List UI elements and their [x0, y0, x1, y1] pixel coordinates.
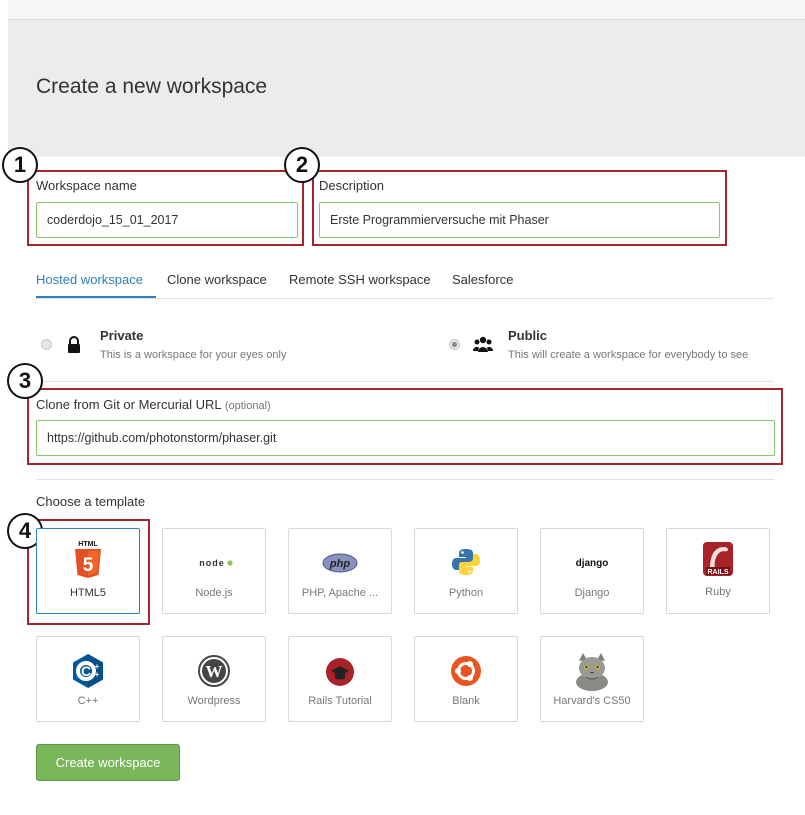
clone-url-input[interactable]: https://github.com/photonstorm/phaser.gi…	[36, 420, 775, 456]
public-radio[interactable]	[449, 339, 460, 350]
clone-url-label: Clone from Git or Mercurial URL (optiona…	[36, 397, 271, 412]
html5-icon: HTML 5	[75, 541, 101, 578]
tab-salesforce[interactable]: Salesforce	[452, 270, 513, 297]
django-icon-glyph: django	[576, 558, 609, 569]
tab-hosted-workspace[interactable]: Hosted workspace	[36, 270, 156, 298]
template-name: Node.js	[195, 587, 233, 599]
template-name: Wordpress	[187, 695, 241, 707]
workspace-name-input[interactable]: coderdojo_15_01_2017	[36, 202, 298, 238]
private-title: Private	[100, 328, 144, 343]
template-nodejs[interactable]: node Node.js	[162, 528, 266, 614]
svg-text:+: +	[95, 670, 100, 679]
users-icon	[473, 336, 493, 352]
cpp-icon-glyph: C	[81, 663, 91, 679]
optional-note: (optional)	[224, 400, 271, 412]
nodejs-icon-glyph: node	[199, 558, 225, 568]
html5-icon-caption: HTML	[78, 541, 98, 548]
template-name: Blank	[452, 695, 480, 707]
tab-remote-ssh-workspace[interactable]: Remote SSH workspace	[289, 270, 431, 297]
django-icon: django	[576, 558, 609, 569]
template-python[interactable]: Python	[414, 528, 518, 614]
annotation-marker-2: 2	[284, 147, 320, 183]
template-name: Python	[448, 587, 484, 599]
description-label: Description	[319, 178, 385, 193]
template-html5[interactable]: HTML 5 HTML5	[36, 528, 140, 614]
clone-url-label-text: Clone from Git or Mercurial URL	[36, 397, 222, 412]
private-radio[interactable]	[41, 339, 52, 350]
nodejs-icon: node	[199, 558, 233, 568]
ruby-icon-glyph: RAILS	[708, 569, 729, 576]
private-description: This is a workspace for your eyes only	[100, 349, 287, 361]
page-title: Create a new workspace	[36, 75, 268, 98]
php-icon-glyph: php	[329, 558, 350, 570]
template-cpp[interactable]: C + + C++	[36, 636, 140, 722]
public-title: Public	[508, 328, 548, 343]
template-name: C++	[77, 695, 99, 707]
ruby-icon: RAILS	[703, 542, 733, 576]
template-rails-tutorial[interactable]: Rails Tutorial	[288, 636, 392, 722]
wordpress-icon-glyph: W	[206, 662, 223, 681]
template-wordpress[interactable]: W Wordpress	[162, 636, 266, 722]
template-name: Ruby	[705, 586, 731, 598]
create-workspace-button[interactable]: Create workspace	[36, 744, 180, 781]
annotation-marker-1: 1	[2, 147, 38, 183]
workspace-name-label: Workspace name	[36, 178, 137, 193]
workspace-type-tabs: Hosted workspace Clone workspace Remote …	[36, 270, 774, 299]
template-harvard-cs50[interactable]: Harvard's CS50	[540, 636, 644, 722]
top-bar	[8, 0, 805, 20]
template-name: Harvard's CS50	[553, 695, 631, 707]
template-django[interactable]: django Django	[540, 528, 644, 614]
php-icon: php	[322, 553, 358, 573]
template-name: Django	[574, 587, 610, 599]
public-description: This will create a workspace for everybo…	[508, 349, 749, 361]
divider	[36, 479, 774, 480]
choose-template-heading: Choose a template	[36, 494, 146, 509]
template-blank[interactable]: Blank	[414, 636, 518, 722]
annotation-marker-3: 3	[7, 363, 43, 399]
page-header: Create a new workspace	[8, 20, 805, 157]
python-icon	[452, 549, 480, 575]
html5-icon-glyph: 5	[83, 555, 94, 576]
tab-clone-workspace[interactable]: Clone workspace	[167, 270, 267, 297]
wordpress-icon: W	[198, 655, 230, 687]
template-php-apache[interactable]: php PHP, Apache ...	[288, 528, 392, 614]
ubuntu-icon	[451, 656, 481, 686]
divider	[36, 381, 774, 382]
rails-tutorial-icon	[326, 658, 354, 686]
cpp-icon: C + +	[73, 654, 103, 688]
template-ruby[interactable]: RAILS Ruby	[666, 528, 770, 614]
cat-icon	[576, 653, 608, 691]
description-input[interactable]: Erste Programmierversuche mit Phaser	[319, 202, 720, 238]
template-name: Rails Tutorial	[308, 695, 372, 707]
template-name: HTML5	[69, 587, 107, 599]
lock-icon	[68, 336, 80, 353]
template-name: PHP, Apache ...	[301, 587, 379, 599]
